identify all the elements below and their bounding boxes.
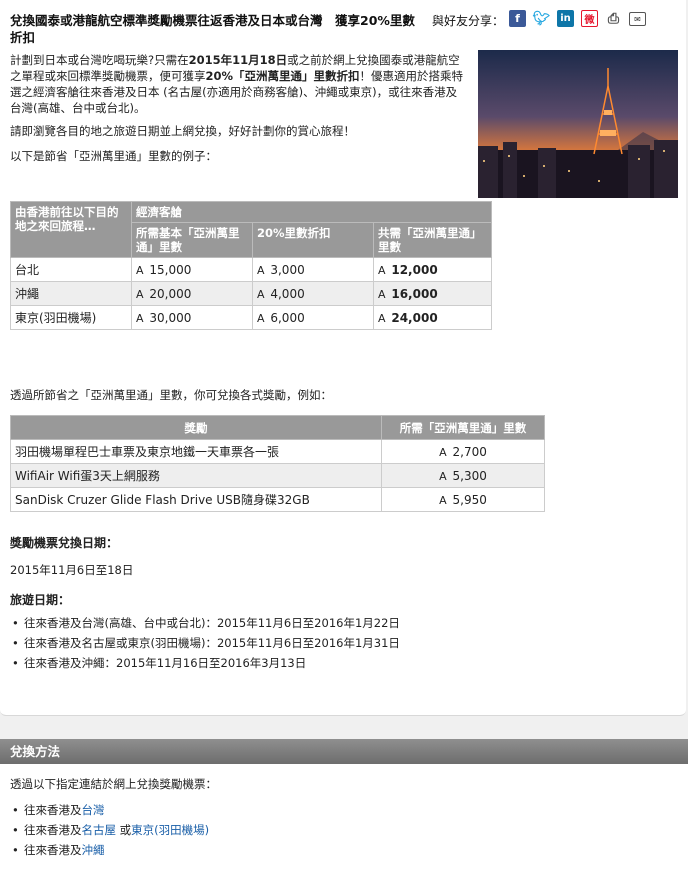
redeem-period-heading: 獎勵機票兌換日期：	[10, 536, 119, 550]
dest-cell: 東京(羽田機場)	[10, 305, 132, 330]
intro-cta: 請即瀏覽各目的地之旅遊日期並上網兌換，好好計劃你的賞心旅程！	[10, 124, 355, 138]
asia-miles-icon: A	[136, 287, 144, 301]
travel-period-heading: 旅遊日期：	[10, 593, 71, 607]
total-cell: A 16,000	[373, 281, 492, 306]
weibo-icon[interactable]: 微	[581, 10, 598, 27]
intro-example-label: 以下是節省「亞洲萬里通」里數的例子：	[10, 149, 217, 163]
asia-miles-icon: A	[257, 287, 265, 301]
link-taiwan[interactable]: 台灣	[82, 803, 105, 817]
discount-cell: A 6,000	[252, 305, 374, 330]
facebook-icon[interactable]: f	[509, 10, 526, 27]
table-row: 羽田機場單程巴士車票及東京地鐵一天車票各一張 A 2,700	[10, 439, 545, 464]
asia-miles-icon: A	[439, 445, 447, 459]
reward-cell: 羽田機場單程巴士車票及東京地鐵一天車票各一張	[10, 439, 382, 464]
offer-card: 兌換國泰或港龍航空標準獎勵機票往返香港及日本或台灣 獲享20%里數折扣 與好友分…	[0, 0, 686, 716]
list-item: 往來香港及沖繩：2015年11月16日至2016年3月13日	[10, 653, 400, 673]
asia-miles-icon: A	[257, 263, 265, 277]
redeem-period-text: 2015年11月6日至18日	[10, 563, 134, 577]
intro-paragraph: 計劃到日本或台灣吃喝玩樂?只需在2015年11月18日或之前於網上兌換國泰或港龍…	[10, 52, 468, 116]
reward-cell: SanDisk Cruzer Glide Flash Drive USB隨身碟3…	[10, 487, 382, 512]
list-item: 往來香港及沖繩	[10, 840, 209, 860]
intro-text-a: 計劃到日本或台灣吃喝玩樂?只需在	[10, 53, 189, 67]
rewards-table: 獎勵 所需「亞洲萬里通」里數 羽田機場單程巴士車票及東京地鐵一天車票各一張 A …	[10, 415, 545, 512]
th-discount: 20%里數折扣	[252, 222, 374, 258]
list-item: 往來香港及名古屋或東京(羽田機場)：2015年11月6日至2016年1月31日	[10, 633, 400, 653]
list-item: 往來香港及台灣	[10, 800, 209, 820]
th-reward: 獎勵	[10, 415, 382, 440]
link-tokyo[interactable]: 東京(羽田機場)	[131, 823, 209, 837]
list-item: 往來香港及台灣(高雄、台中或台北)：2015年11月6日至2016年1月22日	[10, 613, 400, 633]
discount-cell: A 3,000	[252, 257, 374, 282]
how-to-bar: 兌換方法	[0, 739, 688, 764]
table-row: 台北 A 15,000 A 3,000 A 12,000	[10, 257, 492, 282]
table-row: 沖繩 A 20,000 A 4,000 A 16,000	[10, 281, 492, 306]
tokyo-tower-photo	[478, 50, 678, 198]
how-to-list: 往來香港及台灣 往來香港及名古屋 或東京(羽田機場) 往來香港及沖繩	[10, 800, 209, 860]
table-row: 東京(羽田機場) A 30,000 A 6,000 A 24,000	[10, 305, 492, 330]
th-reward-miles: 所需「亞洲萬里通」里數	[381, 415, 545, 440]
list-item: 往來香港及名古屋 或東京(羽田機場)	[10, 820, 209, 840]
page-title: 兌換國泰或港龍航空標準獎勵機票往返香港及日本或台灣 獲享20%里數折扣	[10, 13, 415, 45]
linkedin-icon[interactable]: in	[557, 10, 574, 27]
link-nagoya[interactable]: 名古屋	[82, 823, 117, 837]
base-cell: A 20,000	[131, 281, 253, 306]
or-text: 或	[116, 823, 132, 837]
miles-cell: A 5,950	[381, 487, 545, 512]
dest-cell: 台北	[10, 257, 132, 282]
email-icon[interactable]: ✉	[629, 12, 646, 26]
total-cell: A 12,000	[373, 257, 492, 282]
table-row: SanDisk Cruzer Glide Flash Drive USB隨身碟3…	[10, 487, 545, 512]
miles-cell: A 5,300	[381, 463, 545, 488]
share-icons: f 🐦︎ in 微 ⎙ ✉	[509, 10, 646, 27]
base-cell: A 30,000	[131, 305, 253, 330]
route-prefix: 往來香港及	[24, 843, 82, 857]
reward-cell: WifiAir Wifi蛋3天上網服務	[10, 463, 382, 488]
asia-miles-icon: A	[136, 311, 144, 325]
th-total-miles: 共需「亞洲萬里通」里數	[373, 222, 492, 258]
base-cell: A 15,000	[131, 257, 253, 282]
miles-example-table: 由香港前往以下目的地之來回旅程… 經濟客艙 所需基本「亞洲萬里通」里數 20%里…	[10, 201, 492, 330]
intro-discount: 20%「亞洲萬里通」里數折扣	[205, 69, 360, 83]
how-to-section: 透過以下指定連結於網上兌換獎勵機票： 往來香港及台灣 往來香港及名古屋 或東京(…	[0, 764, 688, 878]
intro-deadline: 2015年11月18日	[188, 53, 288, 67]
th-economy: 經濟客艙	[131, 201, 492, 223]
dest-cell: 沖繩	[10, 281, 132, 306]
miles-cell: A 2,700	[381, 439, 545, 464]
table-row: WifiAir Wifi蛋3天上網服務 A 5,300	[10, 463, 545, 488]
route-prefix: 往來香港及	[24, 803, 82, 817]
tokyo-tower-image	[478, 50, 678, 198]
asia-miles-icon: A	[378, 263, 386, 277]
rewards-intro: 透過所節省之「亞洲萬里通」里數，你可兌換各式獎勵，例如：	[10, 388, 332, 402]
share-label: 與好友分享：	[432, 14, 505, 28]
route-prefix: 往來香港及	[24, 823, 82, 837]
discount-cell: A 4,000	[252, 281, 374, 306]
travel-period-list: 往來香港及台灣(高雄、台中或台北)：2015年11月6日至2016年1月22日 …	[10, 613, 400, 673]
asia-miles-icon: A	[136, 263, 144, 277]
twitter-icon[interactable]: 🐦︎	[533, 10, 550, 27]
asia-miles-icon: A	[378, 287, 386, 301]
asia-miles-icon: A	[439, 493, 447, 507]
asia-miles-icon: A	[439, 469, 447, 483]
th-route: 由香港前往以下目的地之來回旅程…	[10, 201, 132, 258]
link-okinawa[interactable]: 沖繩	[82, 843, 105, 857]
asia-miles-icon: A	[257, 311, 265, 325]
total-cell: A 24,000	[373, 305, 492, 330]
th-base-miles: 所需基本「亞洲萬里通」里數	[131, 222, 253, 258]
how-to-intro: 透過以下指定連結於網上兌換獎勵機票：	[10, 777, 217, 791]
asia-miles-icon: A	[378, 311, 386, 325]
print-icon[interactable]: ⎙	[605, 10, 622, 27]
